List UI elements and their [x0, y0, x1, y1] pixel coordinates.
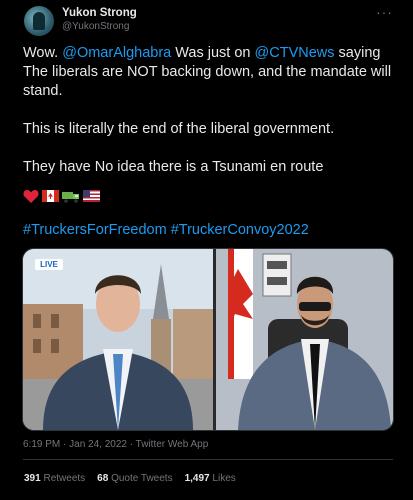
- tweet-card: Yukon Strong @YukonStrong ··· Wow. @Omar…: [10, 0, 403, 500]
- user-handle[interactable]: @YukonStrong: [62, 21, 129, 32]
- quote-tweets-count: 68: [97, 473, 109, 484]
- live-badge: LIVE: [40, 260, 58, 269]
- tweet-text-segment: Wow.: [23, 45, 63, 61]
- canada-flag-icon: [42, 190, 59, 202]
- tweet-paragraph-3: They have No idea there is a Tsunami en …: [23, 159, 324, 175]
- divider: [23, 459, 393, 460]
- truck-icon: [62, 190, 80, 203]
- tweet-timestamp[interactable]: 6:19 PM · Jan 24, 2022 · Twitter Web App: [23, 439, 208, 450]
- retweets-label: Retweets: [43, 473, 86, 484]
- red-heart-icon: [23, 189, 39, 204]
- retweets-count: 391: [24, 473, 41, 484]
- mention-ctvnews[interactable]: @CTVNews: [255, 45, 335, 61]
- tweet-text-segment: Was just on: [171, 45, 255, 61]
- retweets-stat[interactable]: 391 Retweets: [24, 473, 85, 484]
- us-flag-icon: [83, 190, 100, 202]
- quote-tweets-label: Quote Tweets: [111, 473, 173, 484]
- tweet-paragraph-1: Wow. @OmarAlghabra Was just on @CTVNews …: [23, 44, 393, 101]
- avatar[interactable]: [24, 6, 54, 36]
- media-video[interactable]: LIVE: [22, 248, 394, 431]
- engagement-stats: 391 Retweets 68 Quote Tweets 1,497 Likes: [24, 473, 236, 484]
- avatar-figure: [33, 12, 45, 30]
- mention-omaralghabra[interactable]: @OmarAlghabra: [62, 45, 171, 61]
- more-options-icon[interactable]: ···: [376, 4, 393, 20]
- quote-tweets-stat[interactable]: 68 Quote Tweets: [97, 473, 172, 484]
- likes-label: Likes: [212, 473, 236, 484]
- tweet-paragraph-2: This is literally the end of the liberal…: [23, 121, 335, 137]
- news-broadcast-image: [23, 249, 393, 430]
- likes-count: 1,497: [184, 473, 210, 484]
- emoji-row: [23, 187, 100, 205]
- display-name[interactable]: Yukon Strong: [62, 7, 137, 19]
- likes-stat[interactable]: 1,497 Likes: [185, 473, 236, 484]
- tweet-text: Wow. @OmarAlghabra Was just on @CTVNews …: [23, 44, 393, 196]
- hashtags-link[interactable]: #TruckersForFreedom #TruckerConvoy2022: [23, 222, 309, 238]
